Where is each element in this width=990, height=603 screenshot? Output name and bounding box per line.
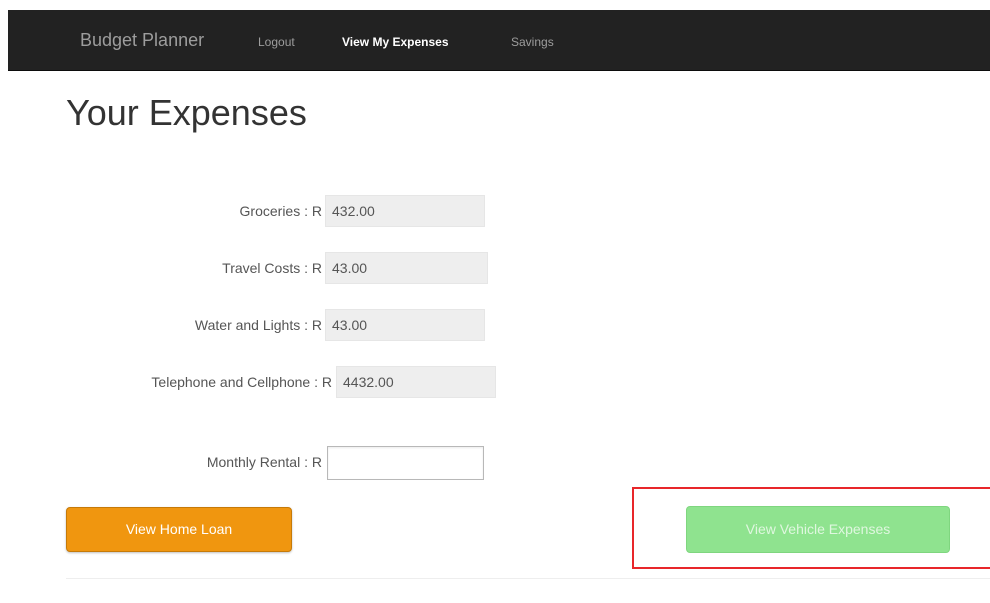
groceries-label: Groceries : R <box>239 203 322 219</box>
nav-savings-link[interactable]: Savings <box>511 35 554 49</box>
groceries-field[interactable]: 432.00 <box>325 195 485 227</box>
page-title: Your Expenses <box>66 92 307 133</box>
section-divider <box>66 578 990 579</box>
monthly-rental-label: Monthly Rental : R <box>206 454 322 470</box>
telephone-cellphone-label: Telephone and Cellphone : R <box>151 374 332 390</box>
water-lights-label: Water and Lights : R <box>194 317 322 333</box>
telephone-cellphone-field[interactable]: 4432.00 <box>336 366 496 398</box>
top-navbar: Budget Planner Logout View My Expenses S… <box>8 10 990 71</box>
brand-link[interactable]: Budget Planner <box>80 30 204 51</box>
monthly-rental-input[interactable] <box>327 446 484 480</box>
travel-costs-field[interactable]: 43.00 <box>325 252 488 284</box>
nav-view-expenses-link[interactable]: View My Expenses <box>342 35 449 49</box>
travel-costs-label: Travel Costs : R <box>222 260 322 276</box>
water-lights-field[interactable]: 43.00 <box>325 309 485 341</box>
nav-logout-link[interactable]: Logout <box>258 35 295 49</box>
view-home-loan-button[interactable]: View Home Loan <box>66 507 292 552</box>
highlight-annotation-box <box>632 487 990 569</box>
